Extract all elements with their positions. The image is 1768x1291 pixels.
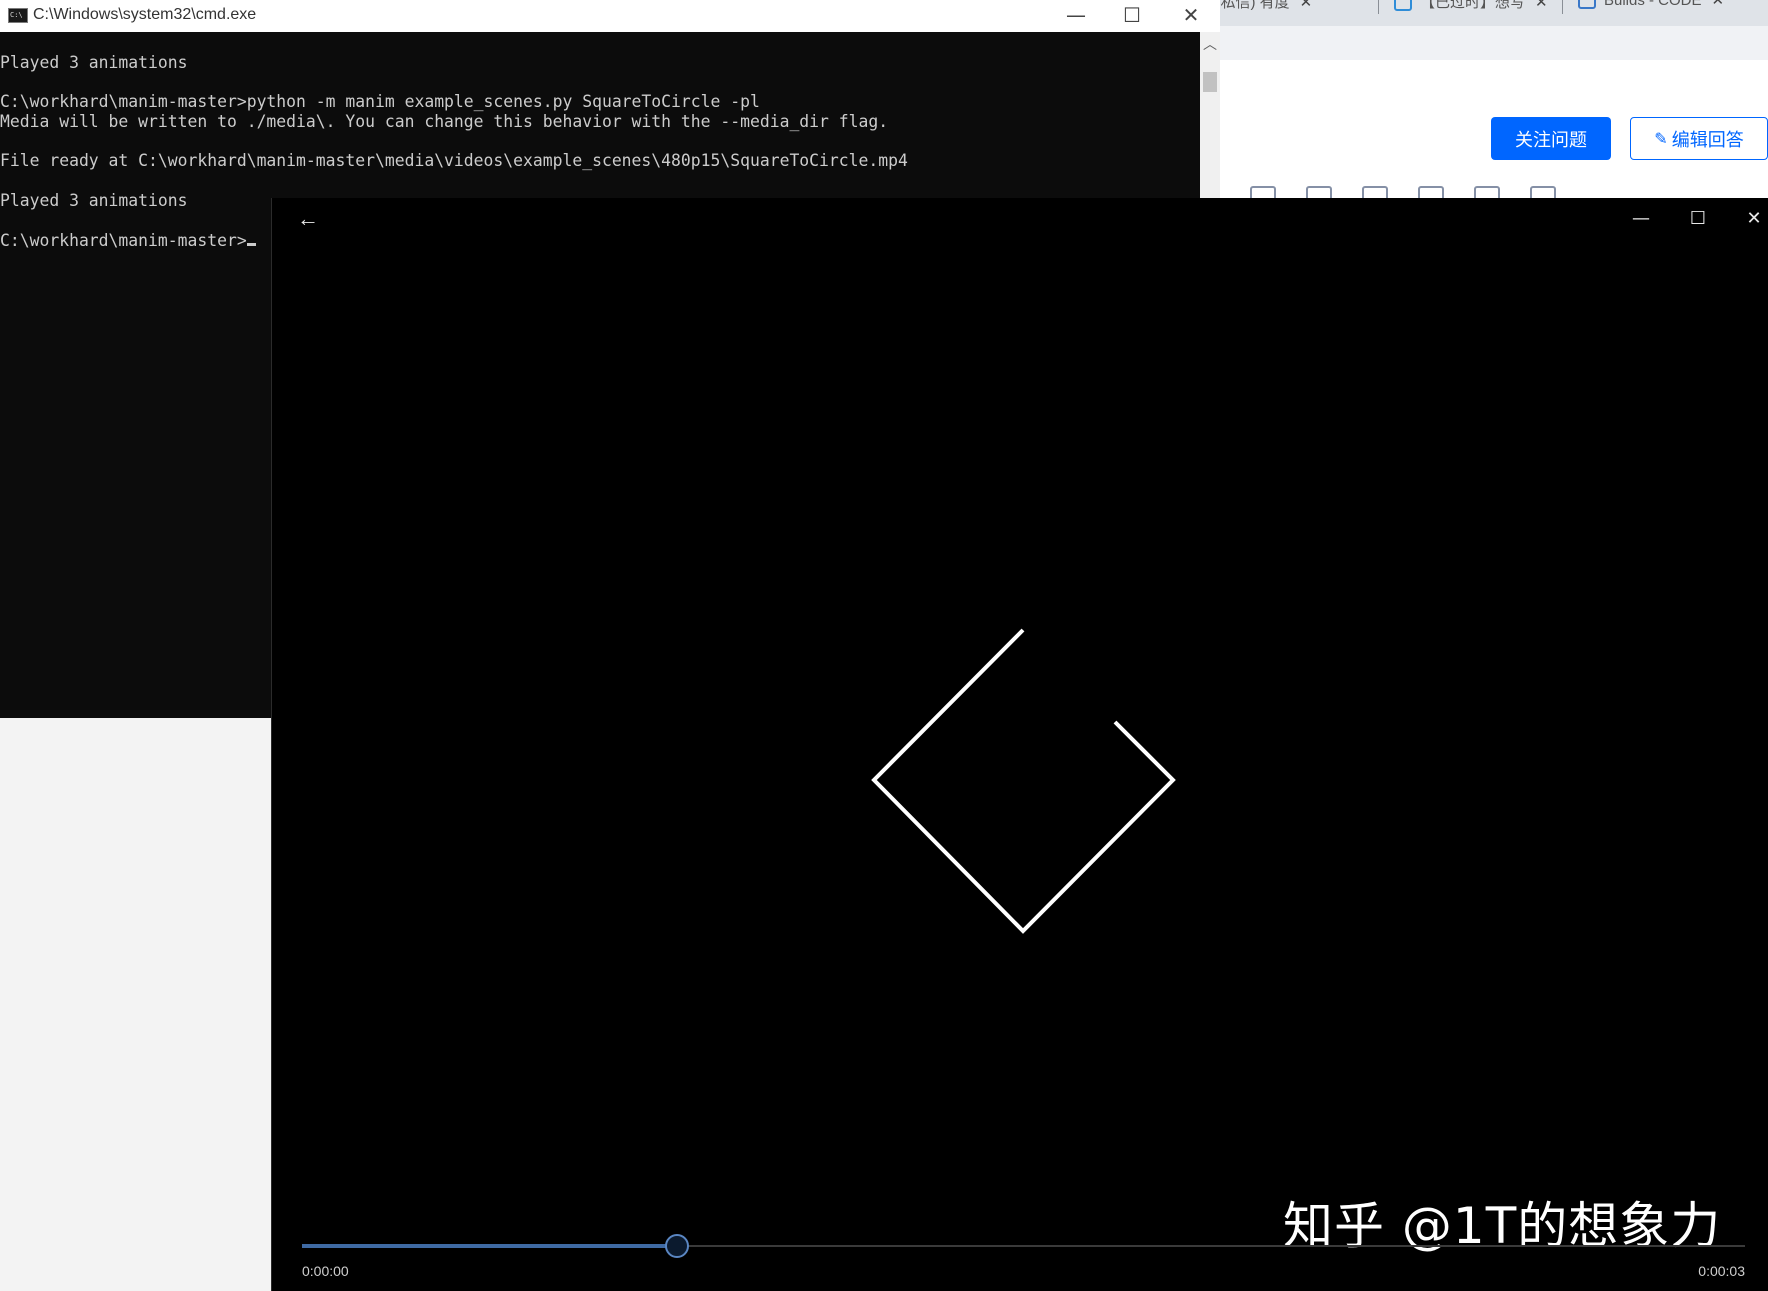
browser-tab-label: Builds - CODE (1604, 0, 1702, 9)
close-button[interactable]: ✕ (1162, 0, 1220, 30)
current-time: 0:00:00 (302, 1263, 349, 1279)
edit-answer-button[interactable]: ✎ 编辑回答 (1630, 117, 1768, 160)
browser-toolbar (1200, 26, 1768, 60)
close-icon[interactable]: ✕ (1712, 0, 1725, 9)
console-line: Played 3 animations (0, 191, 188, 210)
console-line: Played 3 animations (0, 53, 188, 72)
maximize-button[interactable]: ☐ (1103, 0, 1161, 30)
tab-favicon-icon (1578, 0, 1596, 10)
console-prompt: C:\workhard\manim-master> (0, 231, 247, 250)
follow-question-button[interactable]: 关注问题 (1491, 117, 1611, 160)
watermark: 知乎 @1T的想象力 (1283, 1197, 1722, 1255)
browser-tabstrip: (2 封私信) 有度✕ 【已过时】想写✕ Builds - CODE✕ (1200, 0, 1768, 26)
total-time: 0:00:03 (1698, 1263, 1745, 1279)
scrollbar-thumb[interactable] (1203, 72, 1217, 92)
cmd-window-title: C:\Windows\system32\cmd.exe (33, 6, 257, 23)
seek-thumb[interactable] (665, 1234, 690, 1258)
tab-favicon-icon (1394, 0, 1412, 12)
browser-tab[interactable]: 【已过时】想写 ✕ (1394, 0, 1548, 13)
edit-answer-label: 编辑回答 (1671, 129, 1744, 150)
console-prompt-line: C:\workhard\manim-master> (0, 231, 256, 251)
video-frame[interactable] (272, 198, 1768, 1291)
background-browser: (2 封私信) 有度✕ 【已过时】想写✕ Builds - CODE✕ (1200, 0, 1768, 200)
browser-tab-label: 【已过时】想写 (1420, 0, 1526, 11)
cmd-titlebar: C:\ C:\Windows\system32\cmd.exe — ☐ ✕ (0, 0, 1220, 32)
pencil-icon: ✎ (1654, 130, 1668, 148)
progress-track[interactable] (302, 1234, 1745, 1258)
text-cursor (246, 243, 256, 246)
video-player-window: ← — ☐ ✕ 知乎 @1T的想象力 0:00:00 0:00:03 (271, 198, 1768, 1291)
progress-fill (302, 1244, 678, 1248)
minimize-button[interactable]: — (1047, 0, 1105, 30)
scroll-up-icon[interactable]: ︿ (1200, 32, 1220, 56)
browser-tab[interactable]: Builds - CODE ✕ (1578, 0, 1724, 13)
cmd-app-icon: C:\ (8, 8, 28, 23)
tab-separator (1562, 0, 1563, 14)
tab-separator (1378, 0, 1379, 14)
console-line: File ready at C:\workhard\manim-master\m… (0, 151, 908, 170)
close-icon[interactable]: ✕ (1535, 0, 1548, 11)
console-line: C:\workhard\manim-master>python -m manim… (0, 92, 760, 111)
square-to-circle-shape (871, 628, 1176, 934)
close-icon[interactable]: ✕ (1300, 0, 1313, 11)
console-line: Media will be written to ./media\. You c… (0, 112, 889, 131)
